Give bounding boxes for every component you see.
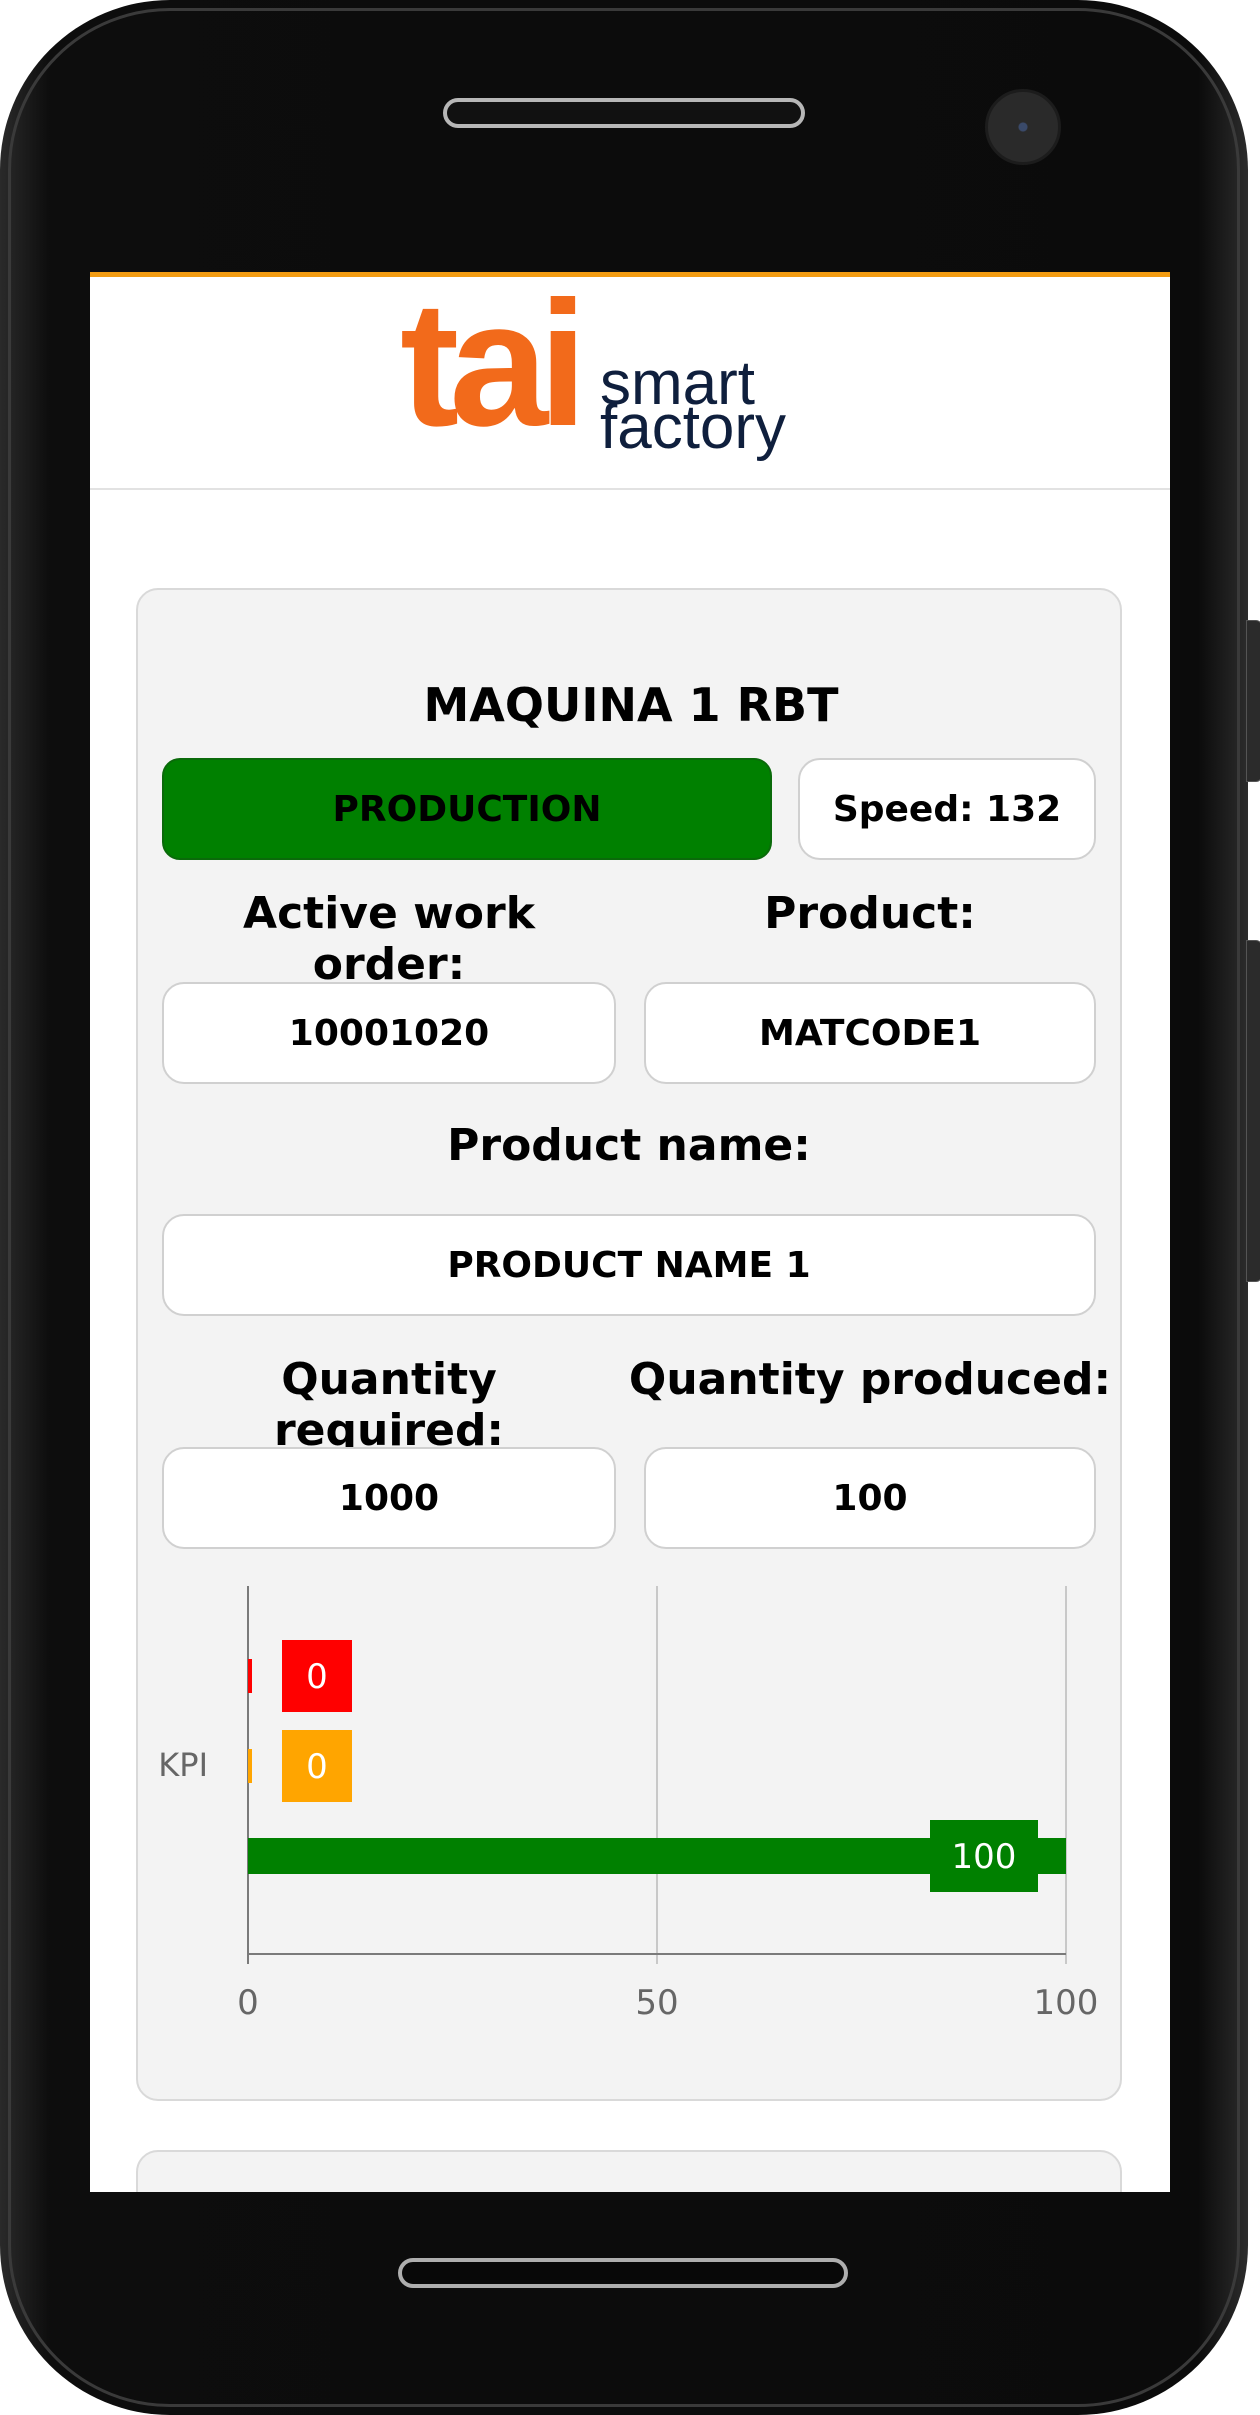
data-label: 100	[952, 1837, 1017, 1877]
data-label: 0	[306, 1747, 328, 1787]
data-label: 0	[306, 1657, 328, 1697]
x-tick-label: 50	[635, 1983, 678, 2023]
x-tick-label: 100	[1034, 1983, 1099, 2023]
product-label: Product:	[764, 888, 976, 939]
status-badge: PRODUCTION	[162, 758, 772, 860]
earpiece-speaker	[443, 98, 805, 128]
product-field: MATCODE1	[644, 982, 1096, 1084]
speed-display: Speed: 132	[798, 758, 1096, 860]
y-category-label: KPI	[158, 1746, 208, 1784]
bottom-speaker	[398, 2258, 848, 2288]
kpi-bar	[248, 1749, 252, 1783]
x-tick-label: 0	[237, 1983, 259, 2023]
machine-card: MAQUINA 1 RBT PRODUCTION Speed: 132 Acti…	[136, 588, 1122, 2101]
quantity-produced-field: 100	[644, 1447, 1096, 1549]
work-order-field: 10001020	[162, 982, 616, 1084]
machine-title: MAQUINA 1 RBT	[423, 678, 839, 732]
logo-line-factory: factory	[600, 393, 787, 462]
logo-brand: tai	[400, 272, 588, 463]
product-name-field: PRODUCT NAME 1	[162, 1214, 1096, 1316]
tai-smart-factory-logo[interactable]: tai smart factory	[400, 275, 860, 459]
next-machine-card	[136, 2150, 1122, 2192]
kpi-chart-svg: 0 50 100 KPI 0 0 100	[158, 1586, 1099, 2023]
kpi-bar	[248, 1659, 252, 1693]
quantity-required-label: Quantity required:	[273, 1354, 505, 1456]
volume-button[interactable]	[1246, 940, 1260, 1282]
kpi-chart: 0 50 100 KPI 0 0 100	[138, 1586, 1124, 2026]
quantity-produced-label: Quantity produced:	[628, 1354, 1112, 1405]
app-header: tai smart factory	[90, 275, 1170, 490]
product-name-label: Product name:	[447, 1120, 811, 1171]
app-screen: tai smart factory MAQUINA 1 RBT PRODUCTI…	[90, 272, 1170, 2192]
quantity-required-field: 1000	[162, 1447, 616, 1549]
active-work-order-label: Active work order:	[243, 888, 535, 990]
front-camera-icon	[985, 89, 1061, 165]
power-button[interactable]	[1246, 620, 1260, 782]
